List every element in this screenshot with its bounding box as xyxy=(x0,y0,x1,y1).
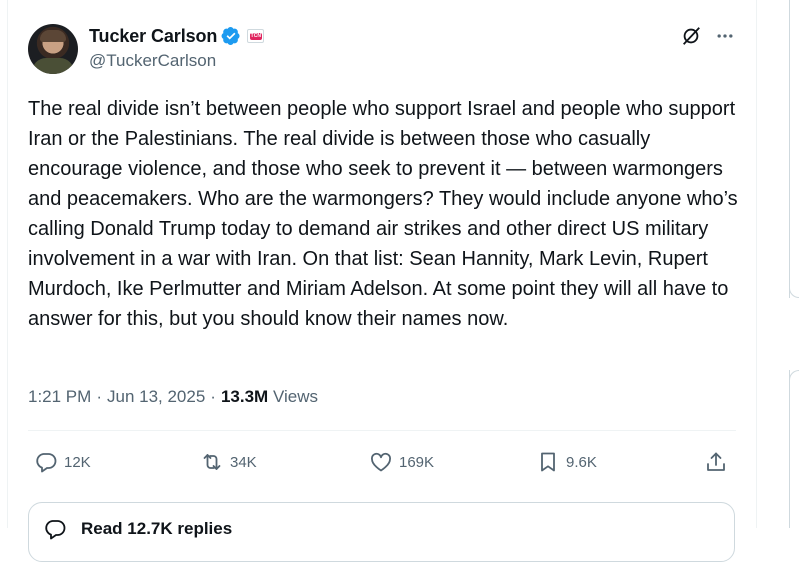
affiliate-badge-icon[interactable]: TCN xyxy=(247,29,265,43)
tweet-time[interactable]: 1:21 PM xyxy=(28,387,91,407)
tweet-meta: 1:21 PM · Jun 13, 2025 · 13.3M Views xyxy=(28,387,318,407)
meta-separator: · xyxy=(210,387,216,406)
bookmark-icon xyxy=(541,452,555,472)
share-button[interactable] xyxy=(704,446,728,478)
avatar[interactable] xyxy=(28,24,78,74)
verified-badge-icon[interactable] xyxy=(221,26,241,46)
sidebar-edge xyxy=(789,0,799,528)
read-replies-label: Read 12.7K replies xyxy=(81,519,233,538)
bookmark-button[interactable]: 9.6K xyxy=(536,446,597,478)
more-icon[interactable] xyxy=(714,26,736,46)
meta-separator: · xyxy=(96,387,102,406)
views-count: 13.3M xyxy=(220,387,269,406)
read-replies-button[interactable]: Read 12.7K replies xyxy=(28,502,735,562)
grok-icon[interactable] xyxy=(680,25,702,47)
repost-count: 34K xyxy=(230,453,257,471)
tweet-date[interactable]: Jun 13, 2025 xyxy=(107,387,205,407)
repost-icon xyxy=(203,454,221,470)
like-icon xyxy=(371,452,391,472)
affiliate-badge-label: TCN xyxy=(249,32,262,40)
author-handle[interactable]: @TuckerCarlson xyxy=(89,51,216,71)
reply-count: 12K xyxy=(64,453,91,471)
divider xyxy=(28,430,736,431)
author-row: Tucker Carlson TCN xyxy=(89,25,265,47)
views-label: Views xyxy=(272,387,318,406)
repost-button[interactable]: 34K xyxy=(200,446,257,478)
share-icon xyxy=(707,452,725,471)
author-name[interactable]: Tucker Carlson xyxy=(89,26,217,47)
bookmark-count: 9.6K xyxy=(566,453,597,471)
reply-button[interactable]: 12K xyxy=(34,446,91,478)
reply-icon xyxy=(45,520,66,540)
reply-icon xyxy=(36,453,57,473)
tweet-text: The real divide isn’t between people who… xyxy=(28,98,738,330)
like-button[interactable]: 169K xyxy=(369,446,434,478)
like-count: 169K xyxy=(399,453,435,471)
action-bar: 12K 34K 169K 9.6K xyxy=(28,446,736,478)
